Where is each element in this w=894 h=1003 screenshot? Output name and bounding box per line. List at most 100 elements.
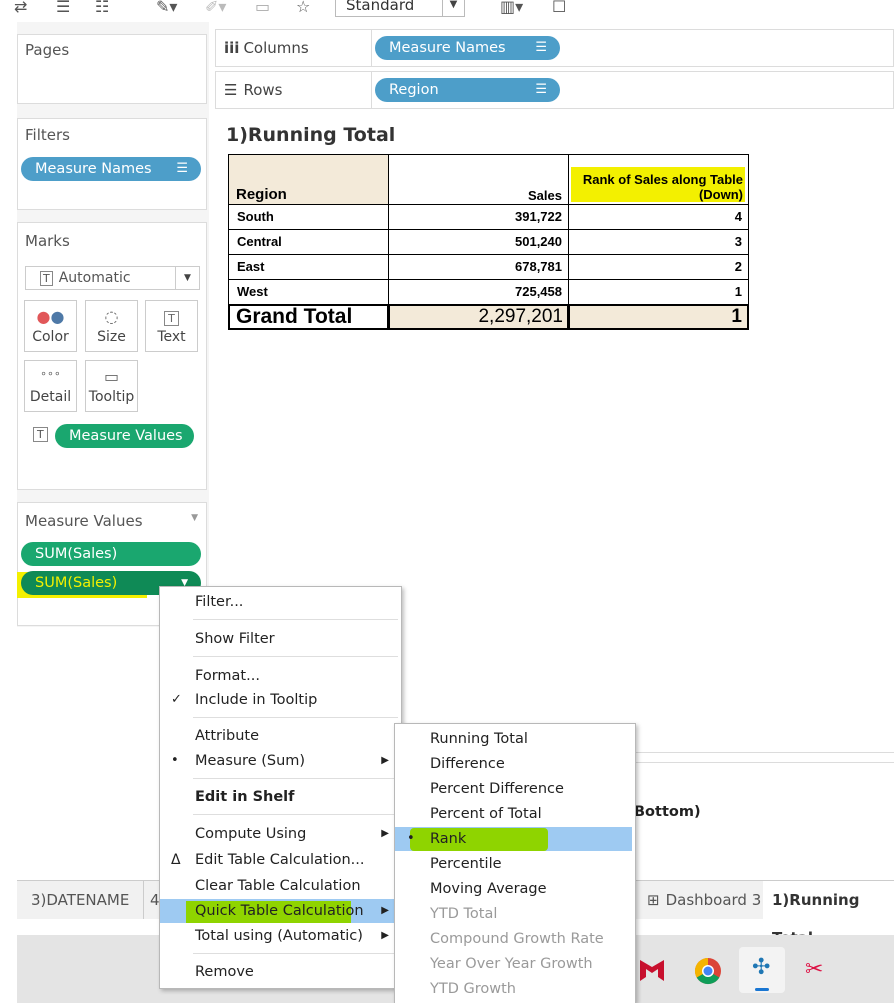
rows-label: ☰ Rows: [224, 81, 283, 99]
tab-label: 3)DATENAME: [31, 891, 130, 909]
menu-item-format[interactable]: Format...: [160, 664, 401, 688]
mv-pill-label: SUM(Sales): [35, 546, 118, 562]
columns-pill-measure-names[interactable]: Measure Names ☰: [375, 36, 560, 60]
menu-item-label: Format...: [195, 668, 260, 684]
mark-type-select[interactable]: T Automatic ▼: [25, 266, 200, 290]
marks-detail-button[interactable]: ∘∘∘ Detail: [24, 360, 77, 412]
shelf-divider: [371, 72, 372, 108]
bullet-icon: •: [171, 753, 179, 768]
marks-tooltip-button[interactable]: ▭ Tooltip: [85, 360, 138, 412]
presentation-icon[interactable]: ☐: [552, 0, 566, 16]
filter-pill-measure-names[interactable]: Measure Names ☰: [21, 157, 201, 181]
tableau-taskbar-button[interactable]: ✣: [739, 947, 785, 993]
columns-icon: iii: [224, 39, 240, 57]
grand-total-label: Grand Total: [236, 305, 353, 328]
menu-item-quick-table-calculation[interactable]: Quick Table Calculation ▶: [160, 899, 401, 923]
chevron-down-icon[interactable]: ▼: [191, 513, 198, 523]
marks-detail-label: Detail: [29, 389, 72, 405]
rank-cell: 1: [568, 279, 749, 305]
sort-ascending-icon[interactable]: ☰: [56, 0, 70, 16]
submenu-item-percent-difference[interactable]: Percent Difference: [395, 777, 635, 801]
marks-size-button[interactable]: ◌ Size: [85, 300, 138, 352]
mv-pill-sum-sales-1[interactable]: SUM(Sales): [21, 542, 201, 566]
filters-title: Filters: [25, 126, 70, 144]
menu-item-label: Edit Table Calculation...: [195, 852, 365, 868]
sort-descending-icon[interactable]: ☷: [95, 0, 109, 16]
fit-select-value: Standard: [346, 0, 415, 14]
menu-item-filter[interactable]: Filter...: [160, 590, 401, 614]
menu-item-clear-table-calculation[interactable]: Clear Table Calculation: [160, 874, 401, 898]
grand-total-rank: 1: [731, 306, 742, 327]
menu-item-compute-using[interactable]: Compute Using ▶: [160, 822, 401, 846]
columns-label: iii Columns: [224, 39, 309, 57]
menu-item-edit-table-calculation[interactable]: Δ Edit Table Calculation...: [160, 848, 401, 872]
menu-separator: [193, 778, 398, 779]
rows-pill-region[interactable]: Region ☰: [375, 78, 560, 102]
menu-item-label: Compute Using: [195, 826, 307, 842]
attach-icon: ✐▾: [205, 0, 227, 16]
snipping-tool-icon[interactable]: ✂: [805, 957, 835, 987]
quick-table-calc-submenu: Running Total Difference Percent Differe…: [394, 723, 636, 1003]
menu-separator: [193, 814, 398, 815]
menu-item-total-using[interactable]: Total using (Automatic) ▶: [160, 924, 401, 948]
marks-pill-label: Measure Values: [69, 428, 183, 444]
label-icon: ▭: [255, 0, 271, 16]
menu-separator: [193, 619, 398, 620]
tab-3-datename[interactable]: 3)DATENAME: [17, 881, 145, 919]
menu-item-label: Compound Growth Rate: [430, 931, 604, 947]
menu-item-measure-sum[interactable]: • Measure (Sum) ▶: [160, 749, 401, 773]
delta-icon: Δ: [171, 852, 181, 868]
chevron-down-icon: ▼: [175, 267, 199, 289]
region-cell: West: [237, 284, 268, 299]
pin-icon[interactable]: ☆: [296, 0, 310, 16]
menu-item-label: Difference: [430, 756, 505, 772]
menu-separator: [193, 717, 398, 718]
active-indicator: [755, 988, 769, 991]
tab-1-running-total[interactable]: 1)Running Total: [763, 881, 894, 947]
text-icon: T: [146, 307, 197, 329]
show-me-icon[interactable]: ▥▾: [500, 0, 523, 16]
menu-item-label: Quick Table Calculation: [195, 903, 364, 919]
submenu-item-percent-of-total[interactable]: Percent of Total: [395, 802, 635, 826]
marks-color-label: Color: [32, 329, 69, 345]
menu-item-label: Percent of Total: [430, 806, 542, 822]
submenu-item-ytd-growth: YTD Growth: [395, 977, 635, 1001]
sales-cell: 678,781: [388, 254, 569, 280]
tab-dashboard-3[interactable]: ⊞ Dashboard 3: [632, 881, 777, 919]
menu-item-edit-in-shelf[interactable]: Edit in Shelf: [160, 785, 401, 809]
menu-item-include-in-tooltip[interactable]: ✓ Include in Tooltip: [160, 688, 401, 712]
menu-item-remove[interactable]: Remove: [160, 960, 401, 984]
sheet-title: 1)Running Total: [226, 124, 396, 146]
rank-cell: 2: [568, 254, 749, 280]
obscured-caption: Bottom): [634, 804, 701, 820]
submenu-item-running-total[interactable]: Running Total: [395, 727, 635, 751]
marks-color-button[interactable]: ●● Color: [24, 300, 77, 352]
sales-value: 678,781: [515, 259, 562, 274]
chrome-icon[interactable]: [693, 956, 723, 986]
swap-icon[interactable]: ⇄: [14, 0, 27, 16]
menu-item-label: YTD Total: [430, 906, 498, 922]
marks-pill-measure-values[interactable]: Measure Values: [55, 424, 194, 448]
menu-item-attribute[interactable]: Attribute: [160, 724, 401, 748]
menu-item-label: Filter...: [195, 594, 244, 610]
mv-pill-label: SUM(Sales): [35, 575, 118, 591]
highlight-icon[interactable]: ✎▾: [156, 0, 177, 16]
menu-item-show-filter[interactable]: Show Filter: [160, 627, 401, 651]
menu-item-label: Remove: [195, 964, 254, 980]
marks-text-button[interactable]: T Text: [145, 300, 198, 352]
columns-pill-label: Measure Names: [389, 40, 506, 56]
fit-select[interactable]: Standard ▼: [335, 0, 465, 17]
submenu-item-rank[interactable]: • Rank: [395, 827, 632, 851]
mcafee-icon[interactable]: [637, 955, 667, 985]
menu-separator: [193, 656, 398, 657]
menu-item-label: Rank: [430, 831, 467, 847]
submenu-item-difference[interactable]: Difference: [395, 752, 635, 776]
pages-card: Pages: [17, 34, 207, 104]
submenu-item-year-over-year-growth: Year Over Year Growth: [395, 952, 635, 976]
menu-item-label: Edit in Shelf: [195, 789, 295, 805]
submenu-item-percentile[interactable]: Percentile: [395, 852, 635, 876]
menu-item-label: Moving Average: [430, 881, 547, 897]
submenu-item-moving-average[interactable]: Moving Average: [395, 877, 635, 901]
toolbar: ⇄ ☰ ☷ ✎▾ ✐▾ ▭ ☆ Standard ▼ ▥▾ ☐: [0, 0, 894, 22]
rank-cell: 3: [568, 229, 749, 255]
